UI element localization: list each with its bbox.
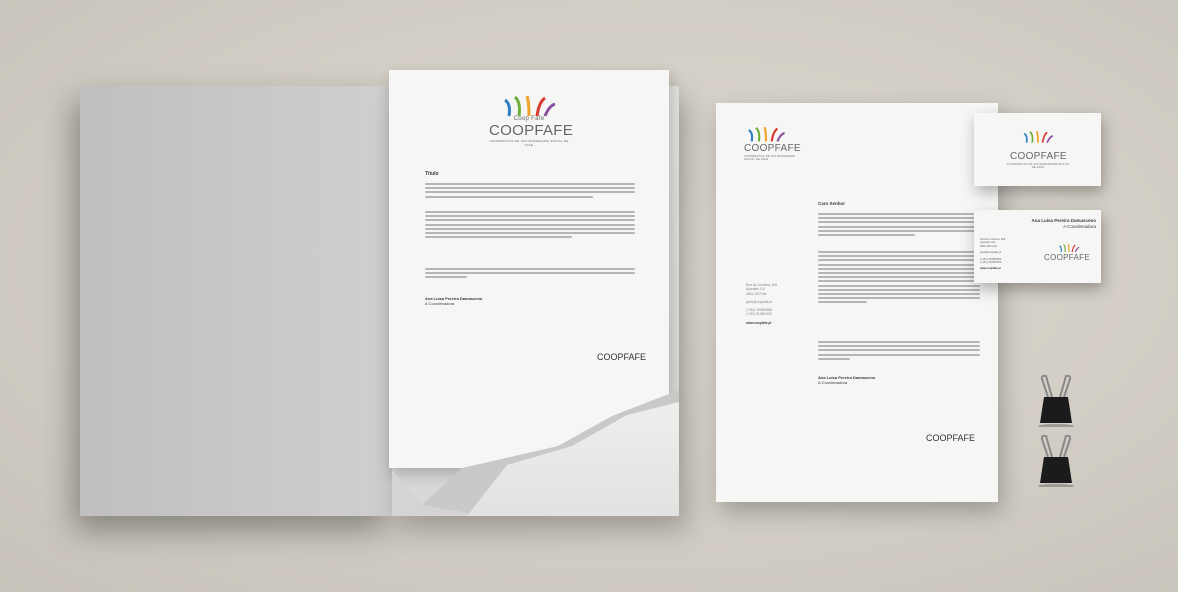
letter-greeting: Caro Senhor <box>818 201 846 206</box>
address-block: Rua da Cumieira, 606 Apartado 114 4820-1… <box>746 283 777 325</box>
coopfafe-logo-icon <box>1023 131 1054 143</box>
coopfafe-logo-icon <box>748 127 785 142</box>
body-paragraph-2 <box>818 251 980 305</box>
folder-pocket-flap <box>392 390 679 516</box>
signature-role: A Coordenadora <box>818 380 848 385</box>
logo-subtitle: COOPERATIVA DE SOLIDARIEDADE SOCIAL DE F… <box>744 155 796 161</box>
website-text: www.coopfafe.pt <box>746 320 772 325</box>
body-paragraph-2 <box>425 211 635 240</box>
card-role: A Coordenadora <box>1063 224 1096 229</box>
body-paragraph-3 <box>818 341 980 362</box>
logo-subtitle: COOPERATIVA DE SOLIDARIEDADE SOCIAL DE F… <box>1006 163 1070 169</box>
logo-wordmark: COOPFAFE <box>1010 151 1067 162</box>
binder-clip-icon <box>1038 375 1074 427</box>
logo-wordmark: COOPFAFE <box>1044 253 1090 262</box>
card-name: Ana Luísa Pereira Damasceno <box>1031 218 1096 223</box>
footer-brand: COOPFAFE <box>926 433 976 443</box>
binder-clip-icon <box>1038 435 1074 487</box>
logo-wordmark: COOPFAFE <box>489 122 574 139</box>
business-card-front: COOPFAFE COOPERATIVA DE SOLIDARIEDADE SO… <box>974 113 1101 186</box>
letterhead-sheet-right: COOPFAFE COOPERATIVA DE SOLIDARIEDADE SO… <box>716 103 998 502</box>
coopfafe-logo-icon <box>504 96 556 117</box>
logo-subtitle: COOPERATIVA DE SOLIDARIEDADE SOCIAL DE F… <box>489 139 569 147</box>
body-paragraph-1 <box>818 213 980 238</box>
folder-left-panel <box>80 86 392 516</box>
body-paragraph-1 <box>425 183 635 200</box>
website-text: www.coopfafe.pt <box>980 267 1001 271</box>
coopfafe-logo-icon <box>1059 244 1080 253</box>
logo-wordmark: COOPFAFE <box>744 143 801 154</box>
business-card-back: Ana Luísa Pereira Damasceno A Coordenado… <box>974 210 1101 283</box>
letter-heading: Título <box>425 171 439 177</box>
card-address-block: Rua da Cumieira, 606 Apartado 114 4820-1… <box>980 238 1005 271</box>
